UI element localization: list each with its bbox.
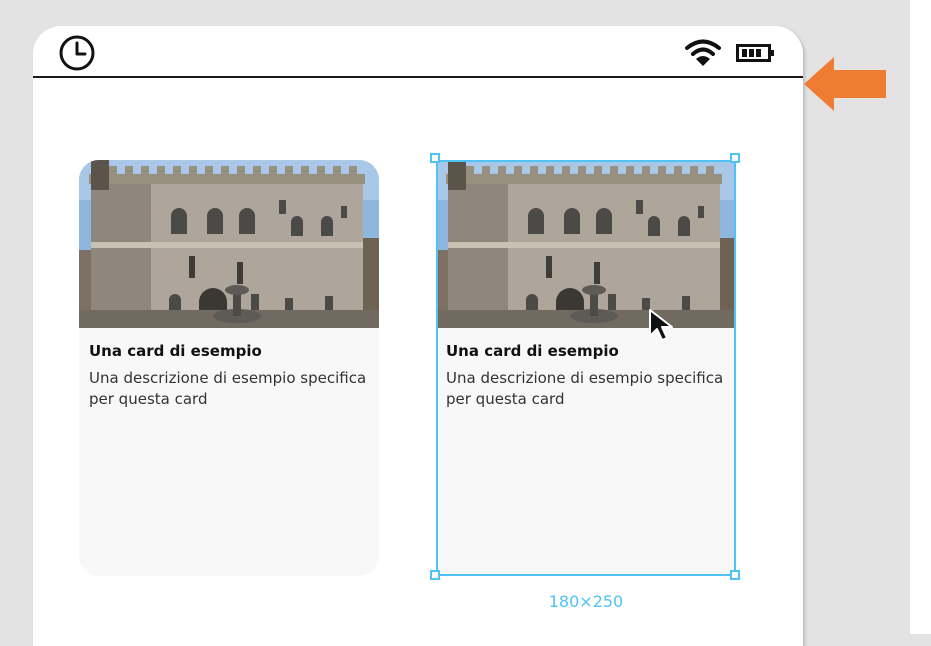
- card-image: [79, 160, 379, 328]
- resize-handle-bottom-right[interactable]: [730, 570, 740, 580]
- canvas-edge: [910, 0, 931, 634]
- clock-icon: [59, 35, 95, 71]
- resize-handle-bottom-left[interactable]: [430, 570, 440, 580]
- selection-size-label: 180×250: [548, 592, 624, 611]
- card-title: Una card di esempio: [89, 342, 262, 360]
- resize-handle-top-right[interactable]: [730, 153, 740, 163]
- card-description: Una descrizione di esempio specifica per…: [89, 369, 367, 408]
- wifi-icon: [685, 39, 721, 66]
- battery-icon: [736, 44, 774, 62]
- selection-outline[interactable]: [436, 160, 736, 576]
- left-arrow-icon: [804, 57, 886, 111]
- mouse-cursor-icon: [649, 309, 673, 341]
- resize-handle-top-left[interactable]: [430, 153, 440, 163]
- example-card[interactable]: Una card di esempio Una descrizione di e…: [79, 160, 379, 576]
- status-bar: [33, 26, 803, 78]
